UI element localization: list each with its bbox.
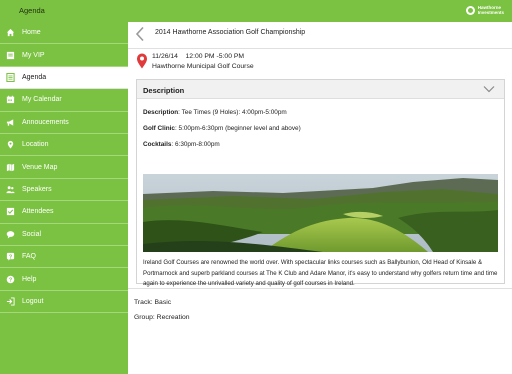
svg-text:?: ? [9, 254, 12, 260]
map-icon [6, 163, 15, 172]
line-text: Tee Times (9 Holes): 4:00pm-5:00pm [181, 109, 287, 116]
app-title: Agenda [19, 6, 45, 15]
description-panel-header[interactable]: Description [137, 80, 504, 99]
sidebar-item-label: Location [22, 141, 49, 149]
sidebar: Home My VIP Agenda My Calendar Annouceme… [0, 22, 128, 374]
event-title: 2014 Hawthorne Association Golf Champion… [155, 29, 306, 36]
sidebar-item-logout[interactable]: Logout [0, 291, 128, 314]
svg-text:?: ? [9, 277, 12, 283]
sidebar-item-label: Home [22, 29, 41, 37]
sidebar-item-label: FAQ [22, 253, 37, 261]
event-datetime: 11/26/14 12:00 PM -5:00 PM [152, 53, 245, 60]
description-line: Description: Tee Times (9 Holes): 4:00pm… [143, 109, 287, 116]
faq-icon: ? [6, 252, 15, 261]
sidebar-item-label: Logout [22, 297, 44, 305]
sidebar-item-social[interactable]: Social [0, 224, 128, 246]
brand-name-line2: Investments [477, 10, 504, 15]
golf-course-photo [143, 174, 498, 252]
event-venue: Hawthorne Municipal Golf Course [152, 63, 254, 70]
agenda-icon [6, 72, 15, 82]
track-label: Track: Basic [134, 299, 172, 306]
cocktails-line: Cocktails: 6:30pm-8:00pm [143, 141, 220, 148]
description-heading: Description [143, 86, 185, 95]
back-chevron-icon[interactable] [135, 26, 145, 42]
help-icon: ? [6, 275, 15, 284]
sidebar-item-announcements[interactable]: Annoucements [0, 112, 128, 134]
sidebar-item-help[interactable]: ? Help [0, 268, 128, 291]
sidebar-item-label: Annoucements [22, 118, 69, 126]
sidebar-item-home[interactable]: Home [0, 22, 128, 45]
line-label: Description [143, 109, 179, 116]
divider [128, 288, 512, 289]
brand-logo-icon [465, 5, 475, 15]
sidebar-item-my-calendar[interactable]: My Calendar [0, 89, 128, 112]
logout-icon [6, 297, 15, 306]
megaphone-icon [6, 118, 15, 127]
description-panel: Description Description: Tee Times (9 Ho… [136, 79, 505, 287]
speakers-icon [6, 185, 15, 194]
vip-icon [6, 51, 15, 60]
description-paragraph: Ireland Golf Courses are renowned the wo… [143, 259, 498, 287]
sidebar-item-label: My Calendar [22, 96, 62, 104]
sidebar-item-label: Attendees [22, 208, 54, 216]
sidebar-item-location[interactable]: Location [0, 134, 128, 157]
brand-logo: Hawthorne Investments [465, 5, 504, 15]
sidebar-item-agenda[interactable]: Agenda [0, 66, 128, 90]
chat-bubble-icon [6, 230, 15, 239]
home-icon [6, 28, 15, 37]
line-text: 6:30pm-8:00pm [174, 141, 220, 148]
sidebar-item-label: Speakers [22, 185, 52, 193]
line-text: 5:00pm-6:30pm (beginner level and above) [178, 125, 301, 132]
sidebar-item-speakers[interactable]: Speakers [0, 179, 128, 202]
sidebar-item-label: Social [22, 230, 42, 238]
top-bar: Agenda Hawthorne Investments [0, 0, 512, 22]
sidebar-item-label: My VIP [22, 51, 45, 59]
calendar-icon [6, 95, 15, 104]
sidebar-item-venue-map[interactable]: Venue Map [0, 156, 128, 179]
sidebar-item-faq[interactable]: ? FAQ [0, 246, 128, 269]
sidebar-item-my-vip[interactable]: My VIP [0, 44, 128, 67]
attendees-icon [6, 207, 15, 216]
main-content: 2014 Hawthorne Association Golf Champion… [128, 22, 512, 374]
line-label: Cocktails [143, 141, 172, 148]
divider [128, 48, 512, 49]
sidebar-item-label: Agenda [22, 73, 47, 81]
sidebar-item-attendees[interactable]: Attendees [0, 201, 128, 224]
golf-clinic-line: Golf Clinic: 5:00pm-6:30pm (beginner lev… [143, 125, 301, 132]
group-label: Group: Recreation [134, 314, 190, 321]
sidebar-item-label: Venue Map [22, 163, 58, 171]
location-pin-icon [6, 140, 15, 149]
location-pin-icon [137, 53, 147, 69]
chevron-down-icon[interactable] [483, 85, 495, 93]
line-label: Golf Clinic [143, 125, 175, 132]
sidebar-item-label: Help [22, 275, 37, 283]
